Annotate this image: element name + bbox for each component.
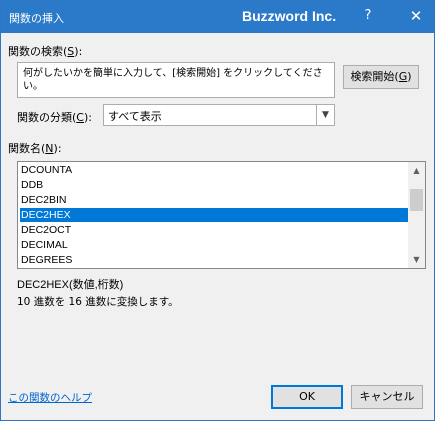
list-item[interactable]: DEGREES xyxy=(20,253,410,267)
list-item[interactable]: DEC2BIN xyxy=(20,193,410,207)
list-scrollbar[interactable]: ▲ ▼ xyxy=(408,162,425,268)
insert-function-dialog: 関数の挿入 Buzzword Inc. ? ✕ 関数の検索(S): 何がしたいか… xyxy=(0,0,435,421)
close-button[interactable]: ✕ xyxy=(398,1,434,33)
search-button[interactable]: 検索開始(G) xyxy=(343,65,419,89)
close-icon: ✕ xyxy=(409,7,423,25)
category-select[interactable]: すべて表示 ▼ xyxy=(103,104,335,126)
function-description: 10 進数を 16 進数に変換します。 xyxy=(17,296,179,308)
triangle-down-icon[interactable]: ▼ xyxy=(408,251,425,268)
function-name-label: 関数名(N): xyxy=(8,142,62,155)
ok-button[interactable]: OK xyxy=(271,385,343,409)
triangle-up-icon[interactable]: ▲ xyxy=(408,162,425,179)
list-item-selected[interactable]: DEC2HEX xyxy=(20,208,410,222)
list-item[interactable]: DDB xyxy=(20,178,410,192)
cancel-button[interactable]: キャンセル xyxy=(351,385,423,409)
title-bar[interactable]: 関数の挿入 Buzzword Inc. ? ✕ xyxy=(1,1,434,33)
list-item[interactable]: DCOUNTA xyxy=(20,163,410,177)
list-item[interactable]: DECIMAL xyxy=(20,238,410,252)
search-input[interactable]: 何がしたいかを簡単に入力して、[検索開始] をクリックしてください。 xyxy=(17,62,335,98)
list-item[interactable]: DEC2OCT xyxy=(20,223,410,237)
category-selected-value: すべて表示 xyxy=(108,110,162,123)
question-icon: ? xyxy=(364,8,372,23)
dialog-title: 関数の挿入 xyxy=(9,12,64,25)
category-label: 関数の分類(C): xyxy=(17,111,92,124)
chevron-down-icon[interactable]: ▼ xyxy=(316,105,334,125)
function-help-link[interactable]: この関数のヘルプ xyxy=(8,390,92,405)
scrollbar-thumb[interactable] xyxy=(410,189,423,211)
function-list[interactable]: DCOUNTA DDB DEC2BIN DEC2HEX DEC2OCT DECI… xyxy=(17,161,426,269)
workbook-title: Buzzword Inc. xyxy=(242,8,337,24)
function-syntax: DEC2HEX(数値,桁数) xyxy=(17,279,124,291)
search-label: 関数の検索(S): xyxy=(8,45,83,58)
help-button[interactable]: ? xyxy=(350,1,386,33)
